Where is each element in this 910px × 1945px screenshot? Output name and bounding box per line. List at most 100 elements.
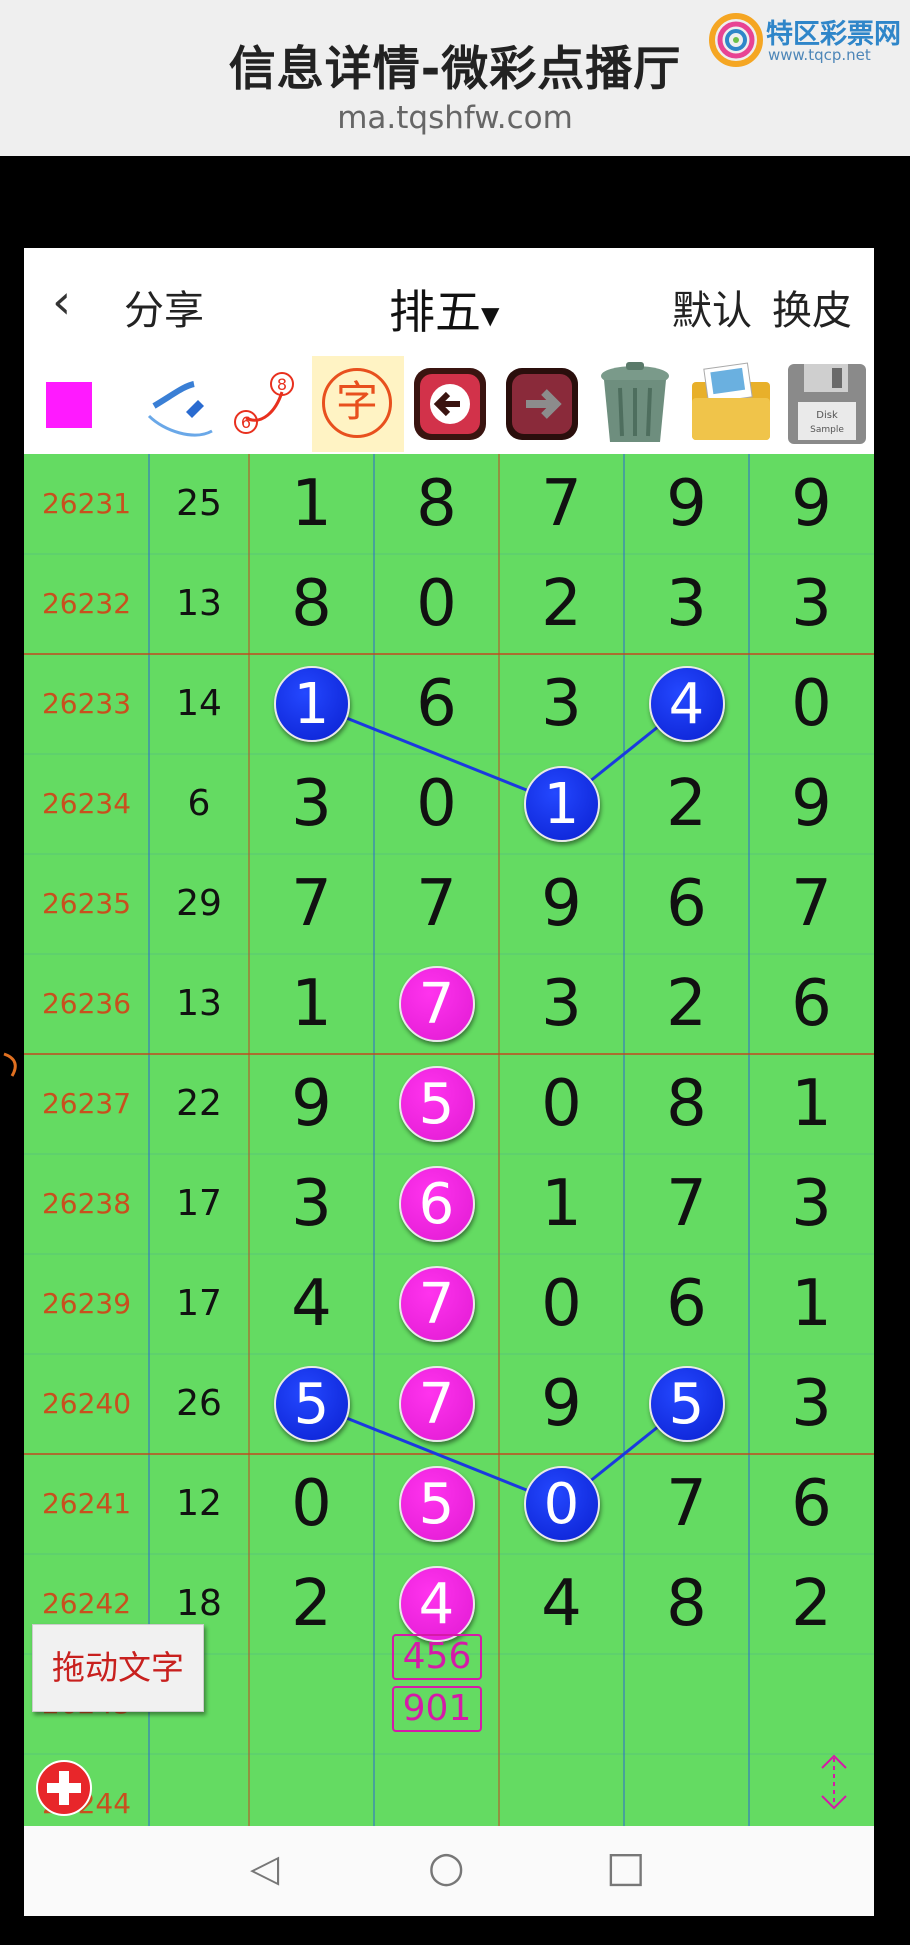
blue-ball[interactable]: 1: [273, 666, 350, 742]
digit-cell: 2: [791, 1567, 832, 1641]
color-swatch-button[interactable]: [34, 356, 112, 452]
default-button[interactable]: 默认: [672, 278, 752, 336]
color-swatch-icon: [46, 382, 92, 428]
blue-ball[interactable]: 1: [523, 766, 600, 842]
digit-cell: 6: [791, 967, 832, 1041]
digit-cell: 1: [291, 967, 332, 1041]
skin-button[interactable]: 换皮: [772, 278, 852, 336]
digit-cell: 9: [666, 467, 707, 541]
issue-number: 26239: [41, 1287, 132, 1320]
prediction-box-1: 456: [392, 1634, 482, 1680]
pen-icon: [147, 381, 213, 437]
blue-ball[interactable]: 5: [648, 1366, 725, 1442]
add-icon[interactable]: [36, 1760, 92, 1816]
arrow-right-icon: [506, 368, 578, 440]
digit-cell: 3: [791, 1367, 832, 1441]
save-button[interactable]: Disk Sample: [782, 356, 872, 452]
digit-cell: 9: [541, 1367, 582, 1441]
digit-cell: 0: [416, 767, 457, 841]
issue-number: 26231: [41, 487, 132, 520]
trash-icon: [601, 362, 669, 442]
digit-cell: 3: [666, 567, 707, 641]
char-icon: 字: [322, 368, 392, 438]
digit-cell: [624, 1654, 749, 1754]
issue-number: 26241: [41, 1487, 132, 1520]
digit-cell: 8: [291, 567, 332, 641]
digit-cell: 4: [291, 1267, 332, 1341]
issue-number: 26236: [41, 987, 132, 1020]
digit-cell: 9: [291, 1067, 332, 1141]
clear-button[interactable]: [590, 356, 680, 452]
digit-cell: 0: [791, 667, 832, 741]
site-logo[interactable]: 特区彩票网 www.tqcp.net: [708, 10, 908, 70]
sum-value: 29: [176, 883, 222, 924]
digit-cell: 9: [791, 467, 832, 541]
undo-button[interactable]: [410, 356, 490, 452]
digit-cell: 1: [291, 467, 332, 541]
page-header: 信息详情-微彩点播厅 ma.tqshfw.com 特区彩票网 www.tqcp.…: [0, 0, 910, 156]
sum-value: 17: [176, 1283, 222, 1324]
digit-cell: 8: [416, 467, 457, 541]
drag-text-button[interactable]: 拖动文字: [32, 1624, 204, 1712]
share-button[interactable]: 分享: [124, 278, 204, 336]
digit-cell: 9: [541, 867, 582, 941]
trend-grid[interactable]: 26231 25 1 8 7 9 9 26232 13 8 0 2 3 3 26233 14 6 3 0 26234 6…: [24, 454, 874, 1826]
digit-cell: 7: [291, 867, 332, 941]
lottery-selector[interactable]: 排五▼: [389, 276, 499, 342]
blue-ball[interactable]: 0: [523, 1466, 600, 1542]
pink-ball[interactable]: 6: [398, 1166, 475, 1242]
digit-cell: 6: [791, 1467, 832, 1541]
digit-cell: 2: [666, 767, 707, 841]
digit-cell: 3: [791, 1167, 832, 1241]
issue-number: 26233: [41, 687, 132, 720]
floppy-disk-icon: Disk Sample: [788, 364, 866, 444]
text-tool-button[interactable]: 字: [312, 356, 404, 452]
pink-ball[interactable]: 7: [398, 1366, 475, 1442]
blue-ball[interactable]: 5: [273, 1366, 350, 1442]
system-recent-icon[interactable]: □: [606, 1842, 646, 1891]
sum-value: 12: [176, 1483, 222, 1524]
issue-number: 26240: [41, 1387, 132, 1420]
floppy-sub-label: Sample: [810, 425, 844, 435]
digit-cell: 0: [291, 1467, 332, 1541]
digit-cell: 3: [541, 667, 582, 741]
pink-ball[interactable]: 7: [398, 1266, 475, 1342]
digit-cell: [249, 1654, 374, 1754]
sum-value: 14: [176, 683, 222, 724]
digit-cell: 9: [791, 767, 832, 841]
digit-cell: 3: [791, 567, 832, 641]
sum-value: 6: [187, 783, 211, 824]
issue-number: 26238: [41, 1187, 132, 1220]
issue-number: 26234: [41, 787, 132, 820]
system-back-icon[interactable]: ◁: [250, 1846, 279, 1890]
digit-cell: 4: [541, 1567, 582, 1641]
scroll-arrows-icon[interactable]: [814, 1750, 854, 1814]
digit-cell: 2: [291, 1567, 332, 1641]
curve-num-6: 6: [241, 413, 251, 432]
logo-swirl-icon: [709, 13, 763, 67]
sum-value: 25: [176, 483, 222, 524]
gallery-button[interactable]: [684, 356, 778, 452]
digit-cell: 1: [791, 1067, 832, 1141]
digit-cell: 7: [666, 1467, 707, 1541]
blue-ball[interactable]: 4: [648, 666, 725, 742]
back-icon[interactable]: ‹: [52, 278, 71, 326]
digit-cell: 8: [666, 1567, 707, 1641]
digit-cell: 7: [791, 867, 832, 941]
prediction-box-2: 901: [392, 1686, 482, 1732]
sum-value: 22: [176, 1083, 222, 1124]
pink-ball[interactable]: 4: [398, 1566, 475, 1642]
toolbar: 6 8 字 Disk Sample: [24, 356, 874, 452]
digit-cell: [749, 1654, 874, 1754]
arrow-left-icon: [414, 368, 486, 440]
pink-ball[interactable]: 5: [398, 1466, 475, 1542]
pink-ball[interactable]: 5: [398, 1066, 475, 1142]
digit-cell: 7: [541, 467, 582, 541]
digit-cell: 3: [291, 1167, 332, 1241]
lottery-title: 排五: [389, 285, 481, 339]
pink-ball[interactable]: 7: [398, 966, 475, 1042]
redo-button[interactable]: [502, 356, 582, 452]
issue-number: 26235: [41, 887, 132, 920]
edge-squiggle-icon: [3, 1052, 17, 1077]
system-home-icon[interactable]: ○: [428, 1842, 465, 1891]
